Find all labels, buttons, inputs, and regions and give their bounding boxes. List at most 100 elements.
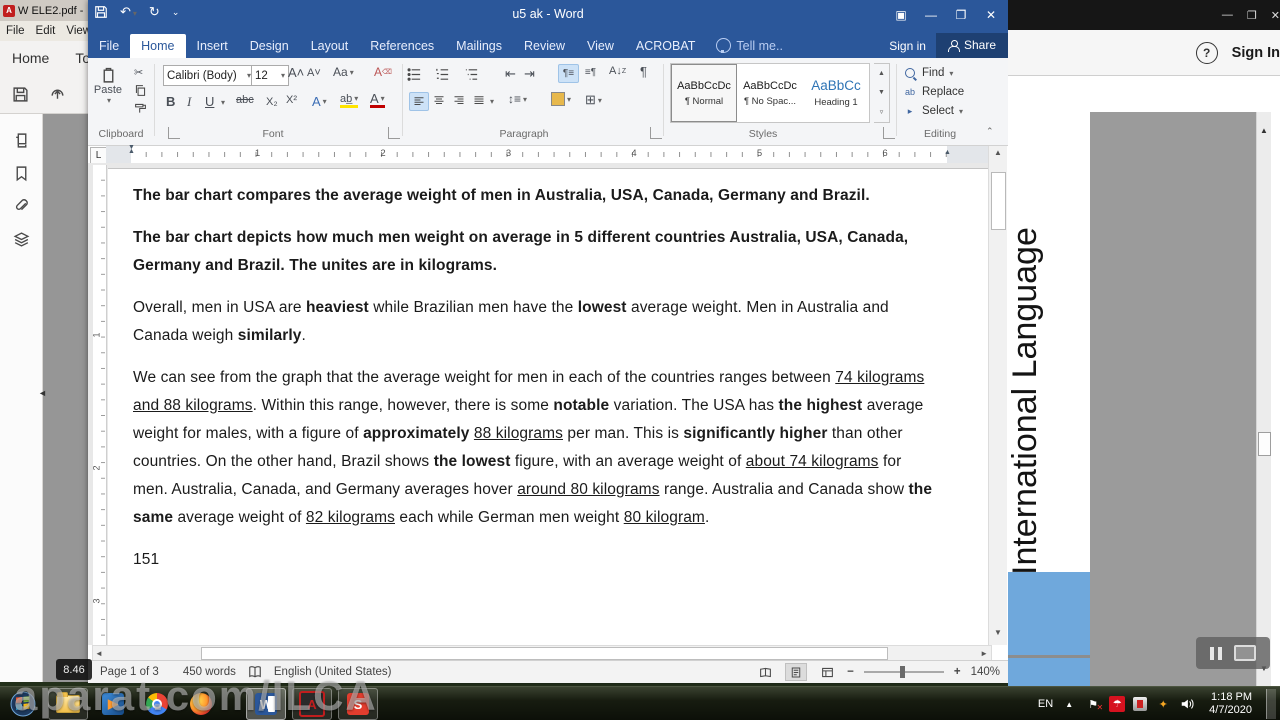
acrobat-sign-in-button[interactable]: Sign In [1232, 45, 1280, 61]
bullets-icon[interactable] [407, 66, 422, 83]
document-area[interactable]: 1 2 3 The bar chart compares the average w… [88, 163, 988, 645]
grow-font-icon[interactable]: A˄ [288, 65, 304, 80]
document-page[interactable]: The bar chart compares the average weigh… [108, 168, 988, 645]
ribbon-display-options-icon[interactable]: ▣ [888, 4, 914, 26]
clear-formatting-icon[interactable]: A ⌫ [374, 65, 392, 79]
scroll-right-icon[interactable]: ► [980, 649, 988, 658]
show-hide-paragraph-icon[interactable]: ¶ [640, 64, 647, 79]
sort-icon[interactable]: A↓ Z [609, 65, 626, 77]
align-right-button[interactable] [450, 92, 468, 109]
horizontal-ruler[interactable]: 1 2 3 4 5 6 ▼ ▲ ▲ [106, 144, 988, 163]
zoom-slider[interactable] [863, 666, 944, 678]
volume-icon[interactable] [1179, 696, 1195, 712]
horizontal-scroll-thumb[interactable] [201, 647, 888, 660]
bookmarks-icon[interactable] [13, 165, 30, 182]
select-button[interactable]: ▸ Select ▾ [903, 104, 964, 118]
vertical-scroll-thumb[interactable] [991, 172, 1006, 230]
tab-home[interactable]: Home [130, 34, 186, 58]
menu-edit[interactable]: Edit [36, 25, 56, 37]
pause-icon[interactable] [1210, 646, 1222, 660]
zoom-level[interactable]: 140% [971, 666, 1000, 678]
text-effects-icon[interactable]: A ▾ [312, 94, 327, 109]
restore-button[interactable]: ❐ [948, 4, 974, 26]
superscript-button[interactable]: X² [286, 94, 297, 106]
align-center-button[interactable] [430, 92, 448, 109]
multilevel-list-icon[interactable] [464, 66, 479, 83]
left-to-right-text-icon[interactable]: ¶≡ [558, 64, 579, 83]
help-icon[interactable]: ? [1195, 41, 1218, 64]
menu-file[interactable]: File [6, 25, 25, 37]
bold-button[interactable]: B [166, 94, 175, 109]
sign-in-link[interactable]: Sign in [879, 34, 936, 58]
tab-layout[interactable]: Layout [300, 34, 360, 58]
show-desktop-button[interactable] [1266, 689, 1276, 719]
attachments-icon[interactable] [13, 198, 30, 215]
tab-view[interactable]: View [576, 34, 625, 58]
web-layout-icon[interactable] [817, 664, 837, 680]
align-left-button[interactable] [409, 92, 429, 111]
tab-selector[interactable]: L [90, 147, 107, 164]
vertical-ruler[interactable]: 1 2 3 [92, 165, 107, 645]
acrobat-tab-tools[interactable]: Tools [75, 50, 88, 66]
minimize-button[interactable]: — [1222, 9, 1233, 21]
tab-insert[interactable]: Insert [186, 34, 239, 58]
print-layout-icon[interactable] [785, 663, 808, 681]
font-name-combo[interactable]: Calibri (Body) ▾ [163, 65, 255, 86]
menu-view[interactable]: View [66, 25, 88, 37]
font-dialog-launcher[interactable] [388, 127, 400, 139]
zoom-slider-knob[interactable] [899, 666, 905, 678]
clipboard-dialog-launcher[interactable] [168, 127, 180, 139]
styles-dialog-launcher[interactable] [883, 127, 895, 139]
line-spacing-icon[interactable]: ↕≡ ▾ [508, 92, 527, 106]
hidden-icons-arrow[interactable]: ▲ [1061, 696, 1077, 712]
style-card-1[interactable]: AaBbCcDc ¶ No Spac... [737, 64, 803, 122]
scroll-up-icon[interactable]: ▲ [1260, 126, 1268, 135]
scroll-up-icon[interactable]: ▲ [989, 148, 1007, 157]
tray-utility-icon[interactable] [1133, 697, 1148, 711]
borders-icon[interactable]: ⊞ ▾ [585, 92, 602, 108]
increase-indent-icon[interactable]: ⇥ [524, 66, 535, 82]
collapse-ribbon-icon[interactable]: ⌃ [986, 126, 994, 137]
video-player-controls[interactable] [1196, 637, 1270, 669]
cut-icon[interactable]: ✂ [134, 66, 143, 79]
copy-icon[interactable] [134, 84, 147, 97]
shading-icon[interactable]: ▾ [551, 92, 571, 106]
tab-acrobat[interactable]: ACROBAT [625, 34, 707, 58]
action-center-flag-icon[interactable]: ⚑ ✕ [1085, 696, 1103, 713]
acrobat-tab-home[interactable]: Home [12, 50, 49, 66]
share-upload-icon[interactable] [49, 86, 66, 103]
document-text[interactable]: The bar chart compares the average weigh… [133, 182, 935, 588]
strikethrough-button[interactable]: abc [236, 94, 254, 106]
tab-references[interactable]: References [359, 34, 445, 58]
justify-button[interactable] [470, 92, 488, 109]
right-indent-marker[interactable]: ▲ [944, 149, 951, 156]
find-button[interactable]: Find ▾ [903, 66, 964, 80]
tray-update-icon[interactable]: ✦ [1155, 696, 1171, 712]
tell-me-box[interactable]: Tell me.. [706, 33, 793, 58]
numbering-icon[interactable] [435, 66, 450, 83]
tab-design[interactable]: Design [239, 34, 300, 58]
scroll-down-icon[interactable]: ▼ [989, 628, 1007, 637]
minimize-button[interactable]: — [918, 4, 944, 26]
highlight-color-icon[interactable]: ab̲ ▾ [340, 93, 359, 108]
italic-button[interactable]: I [187, 94, 191, 110]
pip-icon[interactable] [1234, 645, 1256, 661]
taskbar-clock[interactable]: 1:18 PM 4/7/2020 [1203, 691, 1258, 717]
styles-gallery-arrows[interactable]: ▲ ▼ ▿ [874, 63, 890, 123]
zoom-in-icon[interactable]: + [954, 666, 961, 678]
vertical-scrollbar[interactable]: ▲ ▼ [988, 146, 1007, 645]
tab-file[interactable]: File [88, 34, 130, 58]
restore-button[interactable]: ❐ [1247, 9, 1257, 22]
font-color-icon[interactable]: A ▾ [370, 92, 385, 108]
pdf-scroll-thumb[interactable] [1258, 432, 1271, 456]
read-mode-icon[interactable] [755, 664, 775, 680]
scroll-left-icon[interactable]: ◄ [95, 649, 103, 658]
close-button[interactable]: ✕ [1271, 9, 1280, 22]
layers-icon[interactable] [13, 231, 30, 248]
page-thumbnails-icon[interactable] [13, 132, 30, 149]
tab-mailings[interactable]: Mailings [445, 34, 513, 58]
save-icon[interactable] [12, 86, 29, 103]
replace-button[interactable]: ab Replace [903, 85, 964, 99]
style-card-0[interactable]: AaBbCcDc ¶ Normal [671, 64, 737, 122]
underline-button[interactable]: U [205, 94, 214, 109]
